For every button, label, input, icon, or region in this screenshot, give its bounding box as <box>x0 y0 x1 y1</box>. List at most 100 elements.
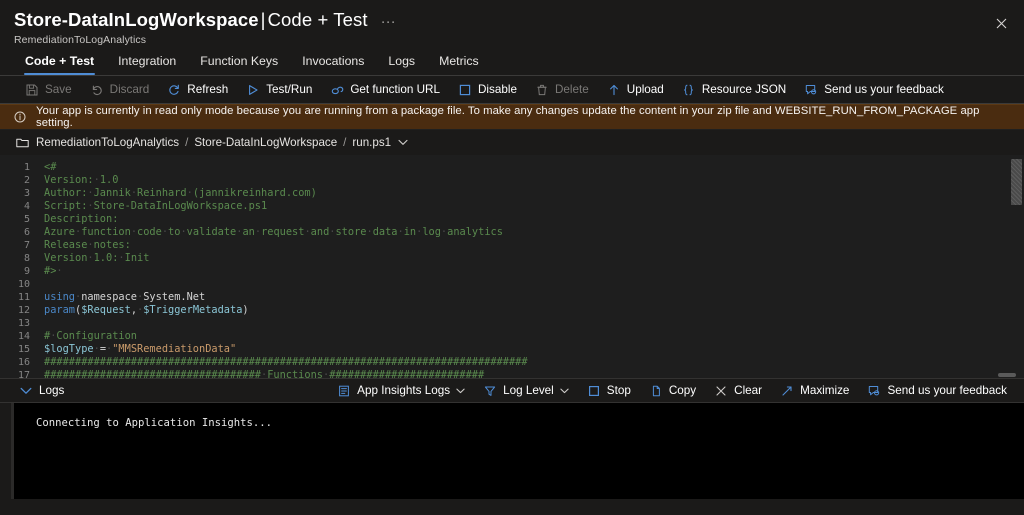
code-line-text: Script:·Store-DataInLogWorkspace.ps1 <box>44 200 267 213</box>
banner-text: Your app is currently in read only mode … <box>36 105 1010 129</box>
logs-panel-collapse-toggle[interactable]: Logs <box>16 380 68 402</box>
file-selector-dropdown[interactable] <box>396 139 410 146</box>
discard-label: Discard <box>110 83 150 96</box>
code-line: 17###################################·Fu… <box>0 369 1024 378</box>
log-console[interactable]: Connecting to Application Insights... <box>11 403 1024 499</box>
app-insights-logs-label: App Insights Logs <box>357 384 450 397</box>
upload-label: Upload <box>627 83 664 96</box>
logs-send-feedback-label: Send us your feedback <box>887 384 1007 397</box>
stop-square-icon <box>587 384 601 398</box>
page-title: Store-DataInLogWorkspace|Code + Test <box>14 9 368 31</box>
logs-panel-title: Logs <box>39 384 64 397</box>
refresh-label: Refresh <box>187 83 228 96</box>
line-number: 12 <box>0 304 44 317</box>
feedback-icon <box>804 83 818 97</box>
tab-function-keys[interactable]: Function Keys <box>188 54 290 75</box>
stop-label: Stop <box>607 384 631 397</box>
line-number: 5 <box>0 213 44 226</box>
save-icon <box>25 83 39 97</box>
upload-icon <box>607 83 621 97</box>
code-line: 14#·Configuration <box>0 330 1024 343</box>
maximize-button[interactable]: Maximize <box>771 379 858 403</box>
tab-code-test[interactable]: Code + Test <box>13 54 106 75</box>
code-line-text: <# <box>44 161 56 174</box>
disable-button[interactable]: Disable <box>449 78 526 102</box>
code-line: 7Release·notes: <box>0 239 1024 252</box>
logs-toolbar-actions: App Insights Logs Log Level Stop <box>328 379 1016 403</box>
more-options-button[interactable]: ··· <box>375 17 402 32</box>
tab-logs[interactable]: Logs <box>376 54 427 75</box>
info-circle-icon <box>14 111 27 123</box>
trash-icon <box>535 83 549 97</box>
send-feedback-button[interactable]: Send us your feedback <box>795 78 953 102</box>
stop-button[interactable]: Stop <box>578 379 640 403</box>
app-insights-logs-button[interactable]: App Insights Logs <box>328 379 474 403</box>
logs-send-feedback-button[interactable]: Send us your feedback <box>858 379 1016 403</box>
line-number: 8 <box>0 252 44 265</box>
editor-vertical-scrollbar-thumb[interactable] <box>1011 159 1022 205</box>
tab-invocations[interactable]: Invocations <box>290 54 376 75</box>
chevron-down-icon <box>20 387 32 395</box>
breadcrumb-item-app[interactable]: RemediationToLogAnalytics <box>36 136 179 149</box>
chevron-down-icon <box>398 139 408 146</box>
maximize-arrow-icon <box>780 384 794 398</box>
play-icon <box>246 83 260 97</box>
line-number: 4 <box>0 200 44 213</box>
line-number: 2 <box>0 174 44 187</box>
copy-button[interactable]: Copy <box>640 379 705 403</box>
test-run-button[interactable]: Test/Run <box>237 78 321 102</box>
tab-bar: Code + Test Integration Function Keys In… <box>0 48 1024 75</box>
delete-button[interactable]: Delete <box>526 78 598 102</box>
link-icon <box>330 83 344 97</box>
code-line-text: #>· <box>44 265 63 278</box>
breadcrumb-item-function[interactable]: Store-DataInLogWorkspace <box>194 136 337 149</box>
copy-icon <box>649 384 663 398</box>
console-output-line: Connecting to Application Insights... <box>14 403 1024 429</box>
tab-metrics[interactable]: Metrics <box>427 54 491 75</box>
discard-button[interactable]: Discard <box>81 78 159 102</box>
log-level-button[interactable]: Log Level <box>474 379 578 403</box>
editor-horizontal-scrollbar-thumb[interactable] <box>998 373 1016 377</box>
refresh-icon <box>167 83 181 97</box>
maximize-label: Maximize <box>800 384 849 397</box>
resource-json-button[interactable]: Resource JSON <box>673 78 795 102</box>
code-line: 2Version:·1.0 <box>0 174 1024 187</box>
line-number: 3 <box>0 187 44 200</box>
disable-label: Disable <box>478 83 517 96</box>
log-level-label: Log Level <box>503 384 554 397</box>
code-line-text: ###################################·Func… <box>44 369 484 378</box>
line-number: 9 <box>0 265 44 278</box>
upload-button[interactable]: Upload <box>598 78 673 102</box>
stop-square-icon <box>458 83 472 97</box>
line-number: 17 <box>0 369 44 378</box>
breadcrumb-item-file[interactable]: run.ps1 <box>352 136 391 149</box>
close-blade-button[interactable] <box>986 8 1016 38</box>
clear-button[interactable]: Clear <box>705 379 771 403</box>
get-function-url-label: Get function URL <box>350 83 440 96</box>
resource-json-label: Resource JSON <box>702 83 786 96</box>
code-line-text: Version:·1.0 <box>44 174 118 187</box>
azure-function-code-test-page: Store-DataInLogWorkspace|Code + Test ···… <box>0 0 1024 515</box>
tab-integration[interactable]: Integration <box>106 54 188 75</box>
code-line-text: param($Request,·$TriggerMetadata) <box>44 304 249 317</box>
list-icon <box>337 384 351 398</box>
line-number: 10 <box>0 278 44 291</box>
feedback-icon <box>867 384 881 398</box>
console-wrapper: Connecting to Application Insights... <box>0 403 1024 499</box>
braces-icon <box>682 83 696 97</box>
read-only-mode-banner: Your app is currently in read only mode … <box>0 104 1024 130</box>
clear-label: Clear <box>734 384 762 397</box>
page-header: Store-DataInLogWorkspace|Code + Test ···… <box>0 0 1024 48</box>
code-line: 1<# <box>0 161 1024 174</box>
resource-name: Store-DataInLogWorkspace <box>14 9 259 30</box>
code-editor[interactable]: 1<#2Version:·1.03Author:·Jannik·Reinhard… <box>0 155 1024 378</box>
refresh-button[interactable]: Refresh <box>158 78 237 102</box>
save-button[interactable]: Save <box>16 78 81 102</box>
close-icon <box>996 18 1007 29</box>
get-function-url-button[interactable]: Get function URL <box>321 78 449 102</box>
line-number: 11 <box>0 291 44 304</box>
breadcrumb: RemediationToLogAnalytics / Store-DataIn… <box>0 130 1024 155</box>
code-line-text: $logType·=·"MMSRemediationData" <box>44 343 236 356</box>
code-line: 16######################################… <box>0 356 1024 369</box>
line-number: 1 <box>0 161 44 174</box>
